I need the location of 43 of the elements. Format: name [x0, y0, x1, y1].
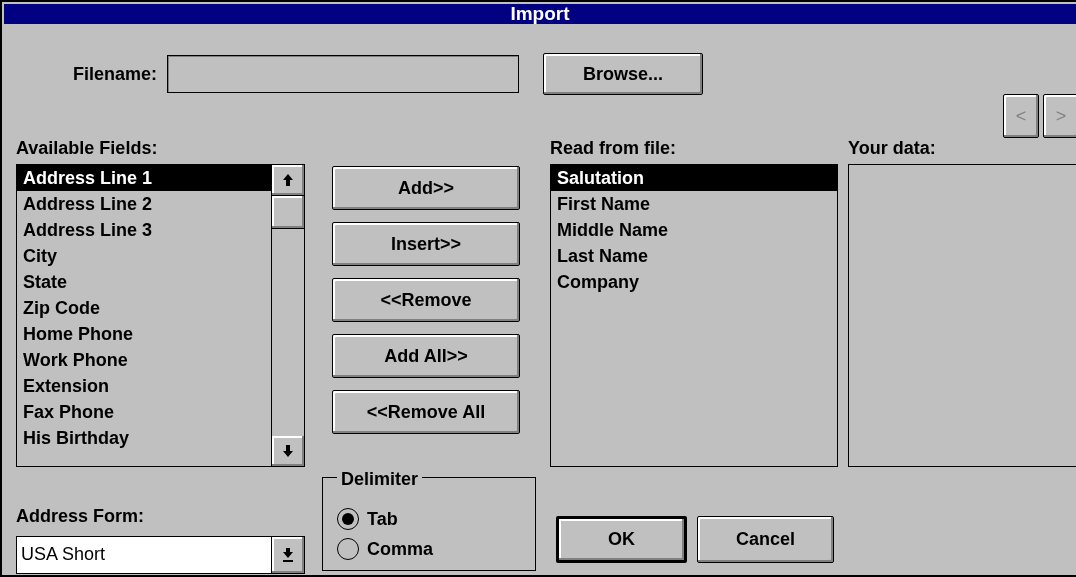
list-item[interactable]: Zip Code: [17, 295, 271, 321]
browse-button[interactable]: Browse...: [543, 53, 703, 95]
radio-button[interactable]: [337, 538, 359, 560]
list-item[interactable]: Home Phone: [17, 321, 271, 347]
list-item[interactable]: Middle Name: [551, 217, 837, 243]
address-form-label: Address Form:: [16, 505, 146, 528]
list-item[interactable]: Fax Phone: [17, 399, 271, 425]
list-item[interactable]: Salutation: [551, 165, 837, 191]
scroll-thumb[interactable]: [272, 195, 304, 229]
scroll-down-button[interactable]: [272, 436, 304, 466]
action-button[interactable]: Insert>>: [332, 222, 520, 266]
list-label: Your data:: [848, 137, 936, 160]
filename-label: Filename:: [71, 62, 158, 86]
radio-button[interactable]: [337, 508, 359, 530]
list-item[interactable]: His Birthday: [17, 425, 271, 451]
list-item[interactable]: State: [17, 269, 271, 295]
scrollbar[interactable]: [271, 165, 304, 466]
list-item[interactable]: Address Line 1: [17, 165, 271, 191]
down-arrow-icon: [282, 444, 294, 458]
radio-label: Comma: [367, 537, 433, 561]
address-form-dropdown[interactable]: USA Short: [16, 536, 305, 574]
radio-label: Tab: [367, 507, 398, 531]
list-item[interactable]: Extension: [17, 373, 271, 399]
window-title: Import: [4, 4, 1076, 24]
action-button[interactable]: Add>>: [332, 166, 520, 210]
list-item[interactable]: Work Phone: [17, 347, 271, 373]
list-item[interactable]: Address Line 2: [17, 191, 271, 217]
action-button[interactable]: Add All>>: [332, 334, 520, 378]
dropdown-arrow-icon: [282, 547, 294, 563]
list-label: Available Fields:: [16, 137, 159, 160]
list-item[interactable]: City: [17, 243, 271, 269]
action-button[interactable]: <<Remove All: [332, 390, 520, 434]
scroll-up-button[interactable]: [272, 165, 304, 195]
list-item[interactable]: Company: [551, 269, 837, 295]
dialog-button[interactable]: OK: [556, 516, 687, 563]
filename-field[interactable]: [167, 55, 519, 93]
list-item[interactable]: First Name: [551, 191, 837, 217]
list-item[interactable]: Last Name: [551, 243, 837, 269]
dialog-button[interactable]: Cancel: [697, 516, 834, 563]
list-item[interactable]: Address Line 3: [17, 217, 271, 243]
up-arrow-icon: [282, 173, 294, 187]
action-button[interactable]: <<Remove: [332, 278, 520, 322]
list-label: Read from file:: [550, 137, 678, 160]
